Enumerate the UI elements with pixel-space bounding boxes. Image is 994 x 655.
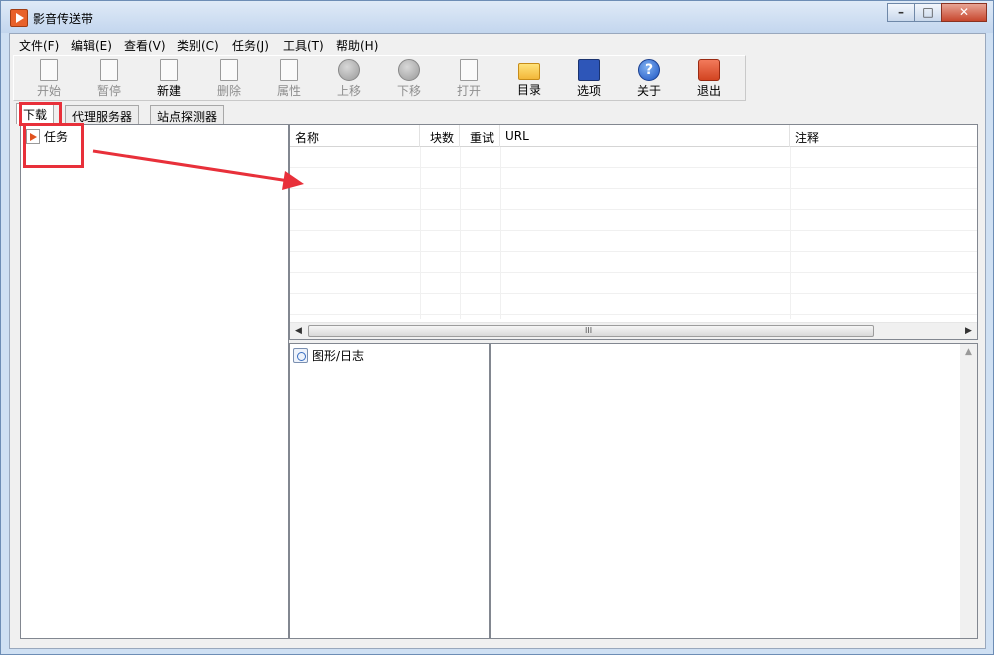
annotation-arrow-head bbox=[282, 171, 304, 190]
app-window: 影音传送带 – □ ✕ 文件(F) 编辑(E) 查看(V) 类别(C) 任务(J… bbox=[0, 0, 994, 655]
annotation-arrow bbox=[92, 149, 304, 190]
annotation-arrow-shaft bbox=[92, 149, 290, 183]
